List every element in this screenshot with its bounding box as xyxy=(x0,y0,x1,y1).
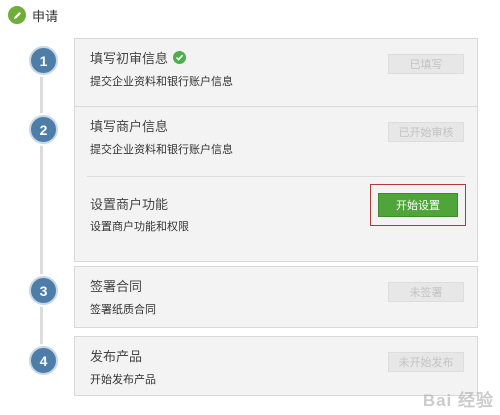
step-description: 提交企业资料和银行账户信息 xyxy=(90,76,233,88)
watermark: Bai 经验 xyxy=(422,391,494,410)
step-title: 填写初审信息 xyxy=(90,51,169,66)
check-icon xyxy=(173,51,187,64)
step-title: 填写商户信息 xyxy=(90,119,169,134)
step-description: 开始发布产品 xyxy=(90,374,156,386)
step-description: 提交企业资料和银行账户信息 xyxy=(90,144,233,156)
step-title: 发布产品 xyxy=(90,349,143,364)
step-section: 发布产品 开始发布产品 未开始发布 xyxy=(75,337,477,395)
start-setup-button[interactable]: 开始设置 xyxy=(378,193,458,217)
step-card-2: 填写商户信息 提交企业资料和银行账户信息 已开始审核 设置商户功能 设置商户功能… xyxy=(74,106,478,262)
pencil-icon xyxy=(8,6,26,24)
step-description: 签署纸质合同 xyxy=(90,304,156,316)
step-section: 签署合同 签署纸质合同 未签署 xyxy=(75,267,477,327)
step-section: 填写初审信息 提交企业资料和银行账户信息 已填写 xyxy=(75,39,477,108)
step-number-2: 2 xyxy=(29,115,58,144)
filled-button[interactable]: 已填写 xyxy=(388,54,464,74)
step-number-4: 4 xyxy=(29,346,58,375)
not-published-button[interactable]: 未开始发布 xyxy=(388,352,464,372)
timeline-line xyxy=(40,58,43,358)
step-section: 设置商户功能 设置商户功能和权限 开始设置 xyxy=(75,177,477,261)
unsigned-button[interactable]: 未签署 xyxy=(388,282,464,302)
step-section: 填写商户信息 提交企业资料和银行账户信息 已开始审核 xyxy=(75,107,477,176)
page-header: 申请 xyxy=(8,4,58,26)
highlight-box: 开始设置 xyxy=(370,184,466,226)
review-started-button[interactable]: 已开始审核 xyxy=(388,122,464,142)
step-card-3: 签署合同 签署纸质合同 未签署 xyxy=(74,266,478,328)
step-card-4: 发布产品 开始发布产品 未开始发布 xyxy=(74,336,478,396)
step-title: 签署合同 xyxy=(90,279,143,294)
step-description: 设置商户功能和权限 xyxy=(90,221,189,233)
step-card-1: 填写初审信息 提交企业资料和银行账户信息 已填写 xyxy=(74,38,478,109)
step-number-1: 1 xyxy=(29,46,58,75)
step-number-3: 3 xyxy=(29,276,58,305)
page-title: 申请 xyxy=(32,8,59,24)
step-title: 设置商户功能 xyxy=(90,197,169,212)
